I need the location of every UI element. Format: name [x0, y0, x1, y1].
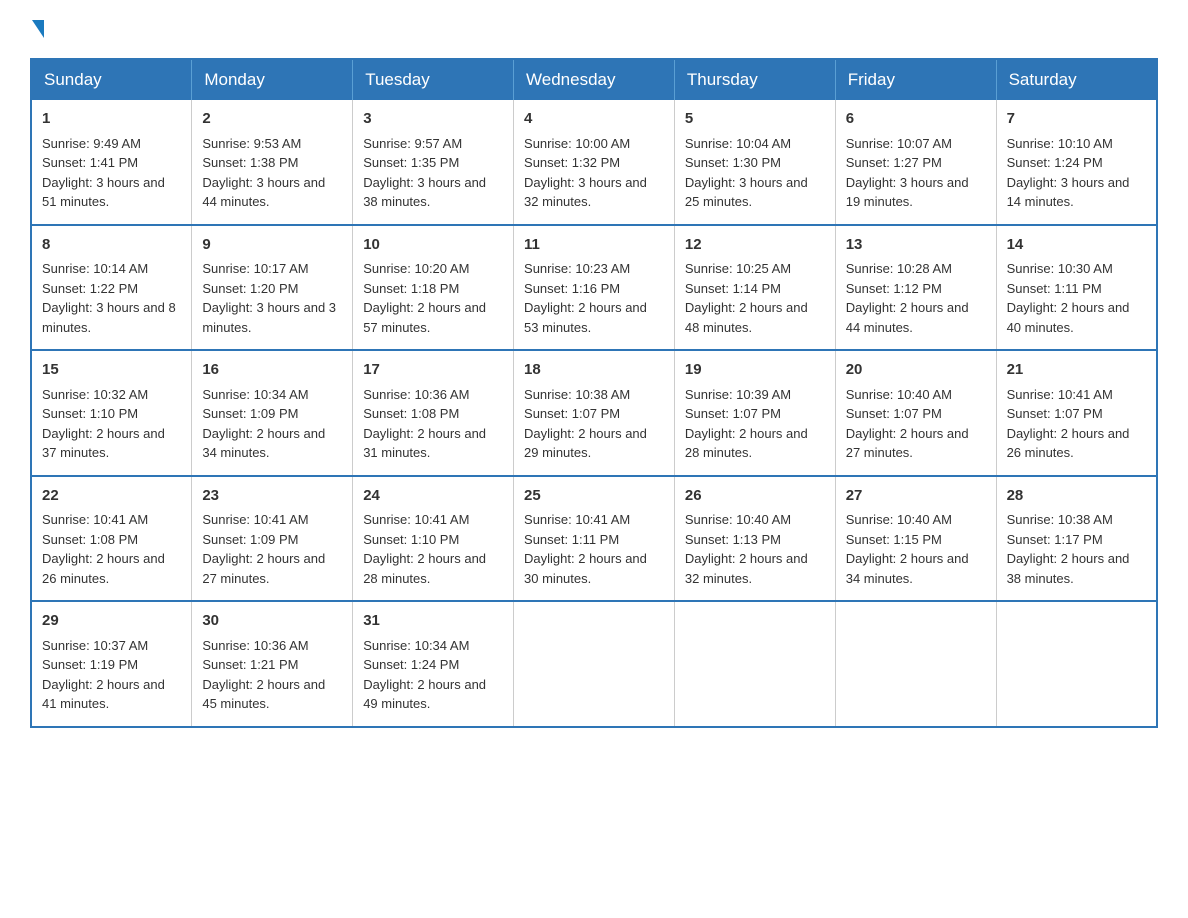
weekday-header-friday: Friday	[835, 59, 996, 100]
calendar-cell: 30Sunrise: 10:36 AMSunset: 1:21 PMDaylig…	[192, 601, 353, 727]
day-number: 19	[685, 359, 825, 382]
weekday-header-saturday: Saturday	[996, 59, 1157, 100]
calendar-cell: 9Sunrise: 10:17 AMSunset: 1:20 PMDayligh…	[192, 225, 353, 351]
calendar-cell	[835, 601, 996, 727]
calendar-cell: 2Sunrise: 9:53 AMSunset: 1:38 PMDaylight…	[192, 100, 353, 225]
calendar-cell: 5Sunrise: 10:04 AMSunset: 1:30 PMDayligh…	[674, 100, 835, 225]
calendar-week-row: 22Sunrise: 10:41 AMSunset: 1:08 PMDaylig…	[31, 476, 1157, 602]
day-number: 29	[42, 610, 181, 633]
calendar-cell: 18Sunrise: 10:38 AMSunset: 1:07 PMDaylig…	[514, 350, 675, 476]
calendar-cell: 4Sunrise: 10:00 AMSunset: 1:32 PMDayligh…	[514, 100, 675, 225]
day-number: 31	[363, 610, 503, 633]
day-number: 7	[1007, 108, 1146, 131]
day-number: 4	[524, 108, 664, 131]
day-number: 11	[524, 234, 664, 257]
calendar-cell: 21Sunrise: 10:41 AMSunset: 1:07 PMDaylig…	[996, 350, 1157, 476]
calendar-cell: 16Sunrise: 10:34 AMSunset: 1:09 PMDaylig…	[192, 350, 353, 476]
calendar-cell: 11Sunrise: 10:23 AMSunset: 1:16 PMDaylig…	[514, 225, 675, 351]
day-number: 25	[524, 485, 664, 508]
calendar-cell: 15Sunrise: 10:32 AMSunset: 1:10 PMDaylig…	[31, 350, 192, 476]
calendar-week-row: 8Sunrise: 10:14 AMSunset: 1:22 PMDayligh…	[31, 225, 1157, 351]
day-number: 9	[202, 234, 342, 257]
day-number: 23	[202, 485, 342, 508]
logo	[30, 20, 46, 38]
calendar-cell: 27Sunrise: 10:40 AMSunset: 1:15 PMDaylig…	[835, 476, 996, 602]
calendar-cell: 12Sunrise: 10:25 AMSunset: 1:14 PMDaylig…	[674, 225, 835, 351]
day-number: 20	[846, 359, 986, 382]
day-number: 28	[1007, 485, 1146, 508]
day-number: 13	[846, 234, 986, 257]
calendar-cell: 6Sunrise: 10:07 AMSunset: 1:27 PMDayligh…	[835, 100, 996, 225]
day-number: 5	[685, 108, 825, 131]
calendar-cell	[674, 601, 835, 727]
day-number: 24	[363, 485, 503, 508]
calendar-cell: 19Sunrise: 10:39 AMSunset: 1:07 PMDaylig…	[674, 350, 835, 476]
calendar-cell: 13Sunrise: 10:28 AMSunset: 1:12 PMDaylig…	[835, 225, 996, 351]
calendar-cell: 20Sunrise: 10:40 AMSunset: 1:07 PMDaylig…	[835, 350, 996, 476]
day-number: 12	[685, 234, 825, 257]
calendar-table: SundayMondayTuesdayWednesdayThursdayFrid…	[30, 58, 1158, 728]
calendar-body: 1Sunrise: 9:49 AMSunset: 1:41 PMDaylight…	[31, 100, 1157, 727]
logo-arrow-icon	[32, 20, 44, 38]
calendar-cell	[514, 601, 675, 727]
calendar-cell	[996, 601, 1157, 727]
day-number: 14	[1007, 234, 1146, 257]
day-number: 17	[363, 359, 503, 382]
calendar-cell: 28Sunrise: 10:38 AMSunset: 1:17 PMDaylig…	[996, 476, 1157, 602]
calendar-cell: 23Sunrise: 10:41 AMSunset: 1:09 PMDaylig…	[192, 476, 353, 602]
day-number: 16	[202, 359, 342, 382]
calendar-cell: 25Sunrise: 10:41 AMSunset: 1:11 PMDaylig…	[514, 476, 675, 602]
weekday-header-sunday: Sunday	[31, 59, 192, 100]
calendar-cell: 8Sunrise: 10:14 AMSunset: 1:22 PMDayligh…	[31, 225, 192, 351]
day-number: 2	[202, 108, 342, 131]
day-number: 18	[524, 359, 664, 382]
calendar-cell: 29Sunrise: 10:37 AMSunset: 1:19 PMDaylig…	[31, 601, 192, 727]
weekday-header-wednesday: Wednesday	[514, 59, 675, 100]
day-number: 27	[846, 485, 986, 508]
calendar-cell: 1Sunrise: 9:49 AMSunset: 1:41 PMDaylight…	[31, 100, 192, 225]
calendar-cell: 22Sunrise: 10:41 AMSunset: 1:08 PMDaylig…	[31, 476, 192, 602]
weekday-header-thursday: Thursday	[674, 59, 835, 100]
calendar-cell: 31Sunrise: 10:34 AMSunset: 1:24 PMDaylig…	[353, 601, 514, 727]
weekday-header-tuesday: Tuesday	[353, 59, 514, 100]
day-number: 10	[363, 234, 503, 257]
day-number: 30	[202, 610, 342, 633]
calendar-cell: 3Sunrise: 9:57 AMSunset: 1:35 PMDaylight…	[353, 100, 514, 225]
calendar-cell: 26Sunrise: 10:40 AMSunset: 1:13 PMDaylig…	[674, 476, 835, 602]
day-number: 3	[363, 108, 503, 131]
day-number: 26	[685, 485, 825, 508]
calendar-week-row: 29Sunrise: 10:37 AMSunset: 1:19 PMDaylig…	[31, 601, 1157, 727]
day-number: 15	[42, 359, 181, 382]
calendar-cell: 7Sunrise: 10:10 AMSunset: 1:24 PMDayligh…	[996, 100, 1157, 225]
weekday-header-monday: Monday	[192, 59, 353, 100]
page-header	[30, 20, 1158, 38]
weekday-header-row: SundayMondayTuesdayWednesdayThursdayFrid…	[31, 59, 1157, 100]
day-number: 21	[1007, 359, 1146, 382]
calendar-cell: 14Sunrise: 10:30 AMSunset: 1:11 PMDaylig…	[996, 225, 1157, 351]
day-number: 22	[42, 485, 181, 508]
calendar-cell: 24Sunrise: 10:41 AMSunset: 1:10 PMDaylig…	[353, 476, 514, 602]
calendar-cell: 10Sunrise: 10:20 AMSunset: 1:18 PMDaylig…	[353, 225, 514, 351]
calendar-week-row: 15Sunrise: 10:32 AMSunset: 1:10 PMDaylig…	[31, 350, 1157, 476]
calendar-week-row: 1Sunrise: 9:49 AMSunset: 1:41 PMDaylight…	[31, 100, 1157, 225]
day-number: 6	[846, 108, 986, 131]
calendar-cell: 17Sunrise: 10:36 AMSunset: 1:08 PMDaylig…	[353, 350, 514, 476]
day-number: 8	[42, 234, 181, 257]
day-number: 1	[42, 108, 181, 131]
